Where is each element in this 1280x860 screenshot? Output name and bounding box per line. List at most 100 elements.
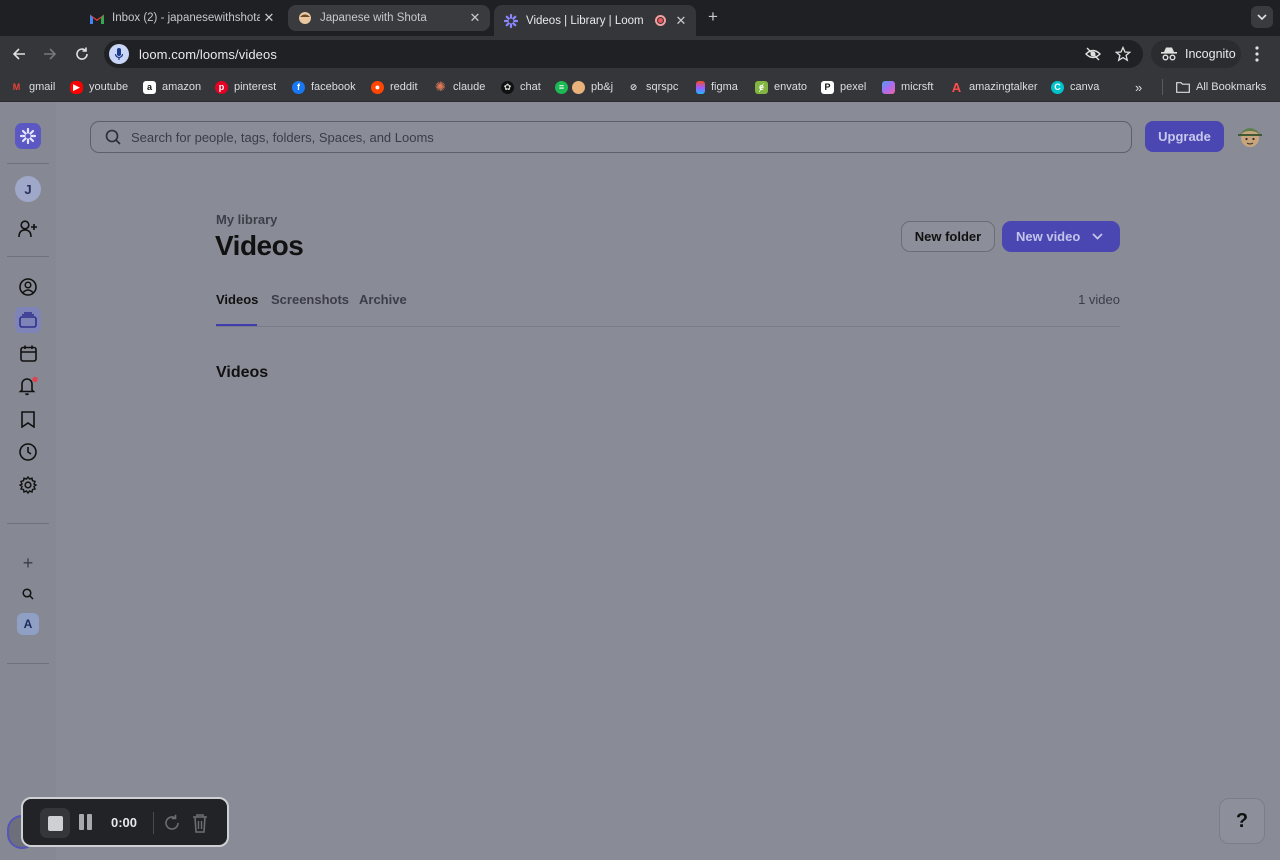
search-spaces-icon[interactable] (15, 581, 41, 607)
claude-icon: ✺ (435, 79, 446, 94)
bookmark-chat[interactable]: ✿ chat (501, 79, 541, 95)
more-bookmarks-button[interactable]: » (1135, 79, 1142, 95)
breadcrumb[interactable]: My library (216, 212, 277, 227)
envato-icon: ɇ (755, 80, 768, 94)
url-text: loom.com/looms/videos (139, 46, 277, 62)
workspace-avatar[interactable]: J (15, 176, 41, 202)
new-folder-button[interactable]: New folder (901, 221, 995, 252)
trash-icon[interactable] (191, 813, 209, 833)
browser-tab-bar: Inbox (2) - japanesewithshota ✕ Japanese… (0, 0, 1280, 36)
bookmark-claude[interactable]: ✺ claude (434, 79, 485, 95)
upgrade-button[interactable]: Upgrade (1145, 121, 1224, 152)
canva-icon: C (1051, 80, 1064, 94)
microphone-icon[interactable] (109, 44, 129, 64)
new-video-button[interactable]: New video (1002, 221, 1120, 252)
calendar-icon[interactable] (15, 340, 41, 366)
clock-icon[interactable] (15, 439, 41, 465)
tab-archive[interactable]: Archive (359, 292, 407, 307)
browser-toolbar: loom.com/looms/videos Incognito (0, 36, 1280, 72)
loom-app: J + A Search for people, tags, folders, … (0, 102, 1280, 860)
sandwich-icon (572, 80, 585, 94)
pause-button[interactable] (79, 814, 93, 832)
more-menu-icon[interactable] (1254, 46, 1260, 62)
search-icon (105, 129, 121, 145)
bookmarks-divider (1162, 79, 1163, 95)
bookmark-sqrspc[interactable]: ⊘ sqrspc (627, 79, 679, 95)
figma-icon (696, 80, 705, 94)
bookmarks-bar: Mgmail ▶ youtube a amazon p pinterest f face… (0, 72, 1280, 102)
search-bar[interactable] (90, 121, 1132, 153)
space-avatar[interactable]: A (17, 613, 39, 635)
close-tab-icon[interactable]: ✕ (672, 12, 690, 30)
bookmark-micrsft[interactable]: micrsft (882, 79, 933, 95)
reload-button[interactable] (72, 44, 92, 64)
loom-logo-icon[interactable] (15, 123, 41, 149)
tab-loom-videos[interactable]: Videos | Library | Loom ✕ (494, 5, 696, 36)
close-tab-icon[interactable]: ✕ (260, 9, 278, 27)
sidebar-divider (7, 163, 49, 164)
tab-title: Videos | Library | Loom (526, 14, 644, 27)
section-title: Videos (216, 364, 269, 381)
stop-icon (47, 815, 63, 831)
help-button[interactable]: ? (1219, 798, 1265, 844)
bookmark-facebook[interactable]: f facebook (292, 79, 356, 95)
gmail-icon (90, 11, 104, 25)
sidebar-divider (7, 256, 49, 257)
invite-user-icon[interactable] (15, 216, 41, 242)
site-icon (298, 11, 312, 25)
bookmark-pbj[interactable]: ≡ pb&j (555, 79, 613, 95)
user-avatar[interactable] (1236, 122, 1264, 150)
sidebar-divider (7, 523, 49, 524)
spotify-icon: ≡ (555, 80, 568, 94)
chevron-down-icon (1092, 233, 1103, 240)
facebook-icon: f (292, 80, 305, 94)
address-bar[interactable]: loom.com/looms/videos (104, 40, 1143, 68)
tab-gmail-inbox[interactable]: Inbox (2) - japanesewithshota ✕ (80, 5, 284, 31)
bookmark-gmail[interactable]: Mgmail (10, 79, 56, 95)
eye-slash-icon[interactable] (1085, 46, 1101, 62)
page-title: Videos (215, 230, 304, 261)
incognito-label: Incognito (1185, 47, 1236, 61)
stop-recording-button[interactable] (40, 808, 70, 838)
double-chevron-right-icon: » (1135, 79, 1143, 95)
settings-gear-icon[interactable] (15, 472, 41, 498)
new-tab-button[interactable]: + (704, 8, 722, 26)
incognito-icon (1161, 47, 1177, 61)
restart-icon[interactable] (163, 814, 181, 832)
forward-button[interactable] (40, 44, 60, 64)
bookmark-youtube[interactable]: ▶ youtube (70, 79, 128, 95)
library-icon[interactable] (15, 307, 41, 333)
add-space-icon[interactable]: + (15, 550, 41, 576)
arrow-right-icon (44, 48, 57, 60)
bell-icon[interactable] (15, 373, 41, 399)
amazon-icon: a (143, 80, 156, 94)
tab-title: Inbox (2) - japanesewithshota (112, 12, 260, 24)
tab-videos[interactable]: Videos (216, 292, 258, 307)
all-bookmarks-button[interactable]: All Bookmarks (1176, 79, 1266, 95)
tab-search-button[interactable] (1251, 6, 1273, 28)
bookmark-amazingtalker[interactable]: Aamazingtalker (950, 79, 1038, 95)
tab-screenshots[interactable]: Screenshots (271, 292, 349, 307)
bookmark-pexel[interactable]: Ppexel (821, 79, 866, 95)
bookmark-reddit[interactable]: ● reddit (371, 79, 418, 95)
incognito-badge[interactable]: Incognito (1151, 40, 1241, 68)
search-input[interactable] (131, 129, 1091, 145)
back-button[interactable] (9, 44, 29, 64)
close-tab-icon[interactable]: ✕ (466, 9, 484, 27)
new-video-label: New video (1016, 229, 1081, 244)
bookmark-amazon[interactable]: a amazon (143, 79, 201, 95)
bookmark-icon[interactable] (15, 406, 41, 432)
bookmark-pinterest[interactable]: p pinterest (215, 79, 276, 95)
sidebar: J + A (0, 102, 56, 860)
sidebar-divider (7, 663, 49, 664)
bookmark-figma[interactable]: figma (696, 79, 738, 95)
bookmark-envato[interactable]: ɇ envato (755, 79, 807, 95)
tabs-divider (216, 326, 1120, 327)
folder-icon (1176, 81, 1190, 93)
video-count: 1 video (1078, 292, 1120, 307)
profile-icon[interactable] (15, 274, 41, 300)
tab-japanese-with-shota[interactable]: Japanese with Shota ✕ (288, 5, 490, 31)
tab-title: Japanese with Shota (320, 12, 427, 24)
star-icon[interactable] (1115, 46, 1131, 62)
bookmark-canva[interactable]: Ccanva (1051, 79, 1099, 95)
